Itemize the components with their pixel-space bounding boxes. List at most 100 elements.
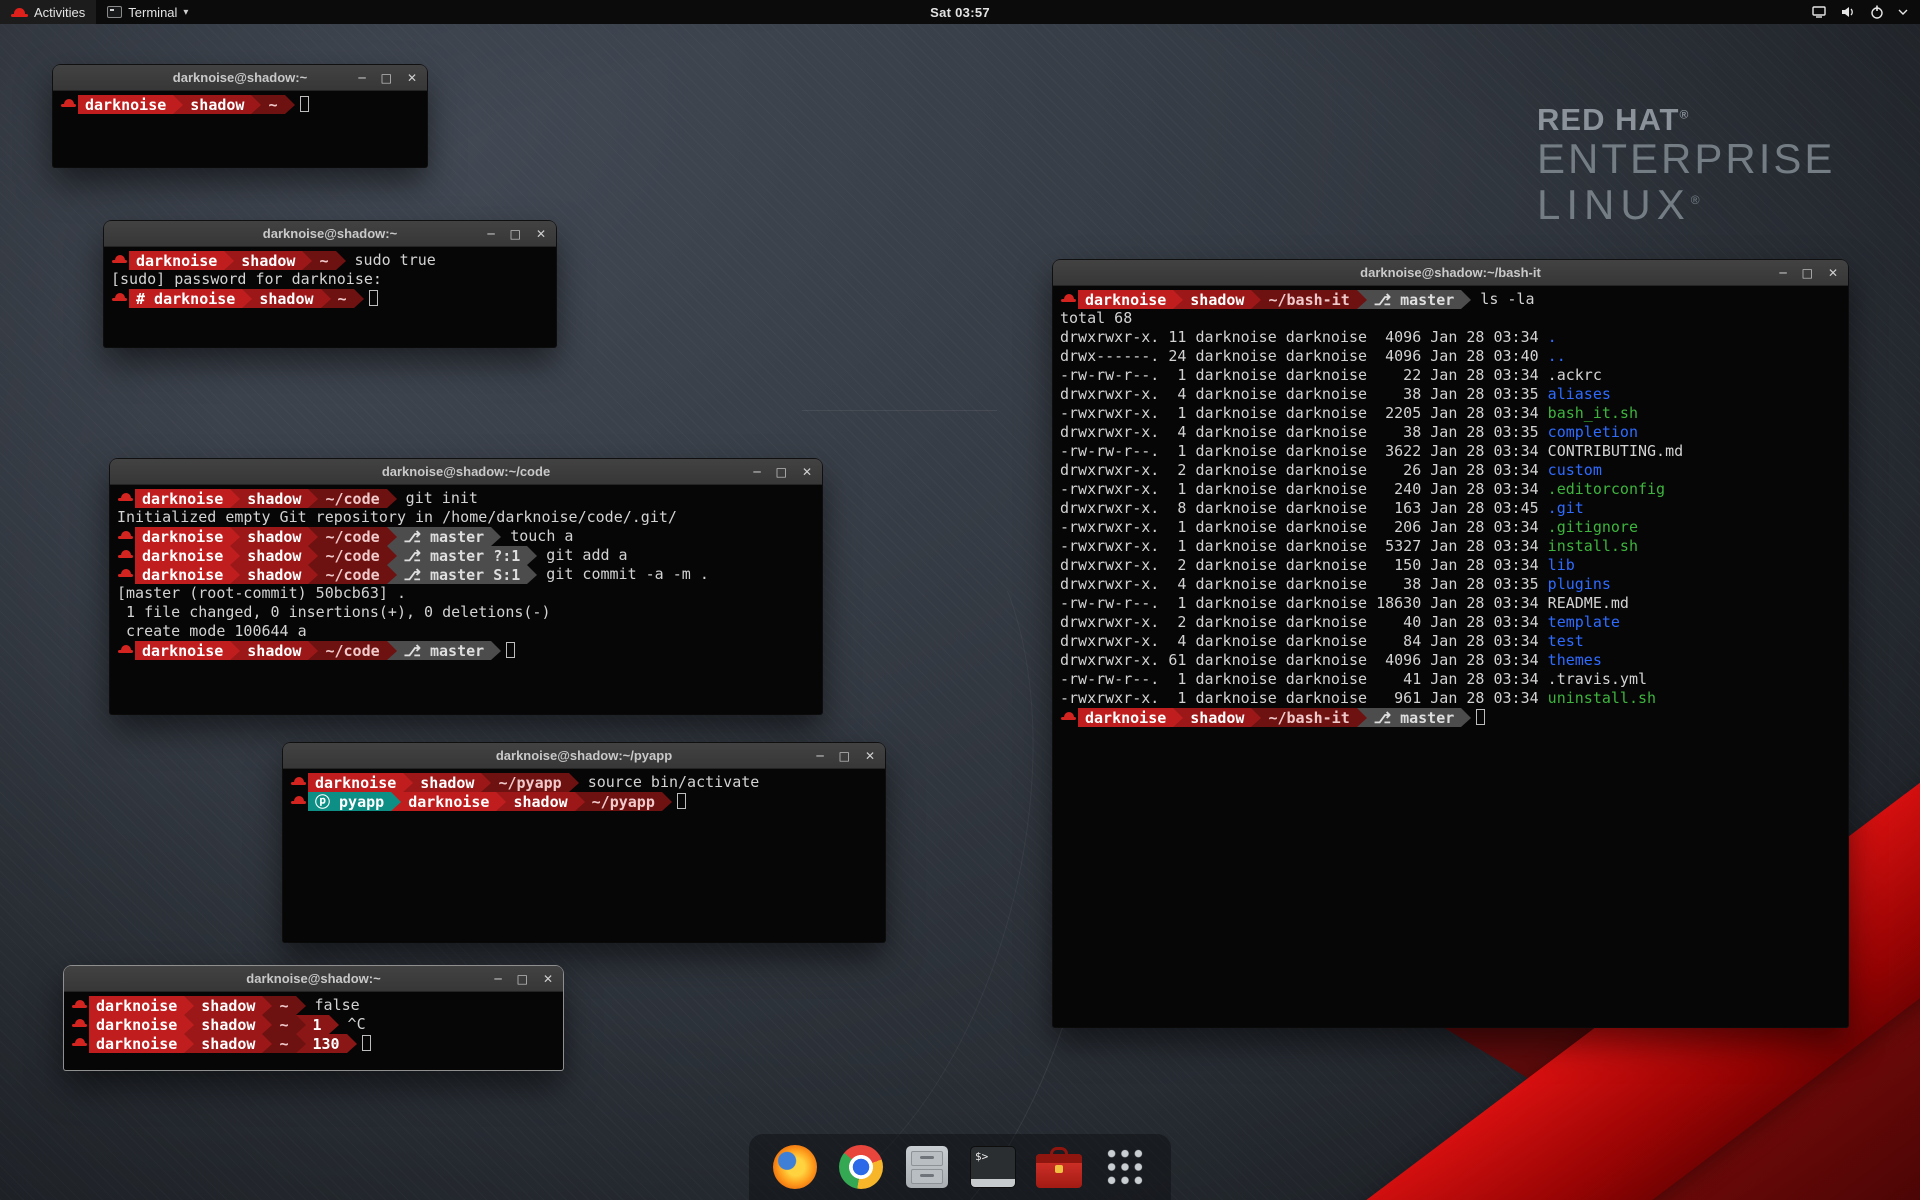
terminal-window-code: darknoise@shadow:~/code ─ □ ✕ darknoise s… <box>110 459 822 714</box>
toolbox-icon[interactable] <box>1035 1143 1083 1191</box>
powerline-separator <box>230 641 240 660</box>
minimize-button[interactable]: ─ <box>753 459 760 485</box>
terminal-content[interactable]: darknoiseshadow~/bash-it⎇ master ls -lat… <box>1053 286 1848 1027</box>
chevron-down-icon: ▾ <box>183 7 188 18</box>
terminal-text: -rw-rw-r--. 1 darknoise darknoise 41 Jan… <box>1060 670 1548 689</box>
app-menu-terminal[interactable]: Terminal ▾ <box>96 0 199 24</box>
prompt-segment-user: darknoise <box>135 641 230 660</box>
terminal-line: drwxrwxr-x. 61 darknoise darknoise 4096 … <box>1060 651 1841 670</box>
app-menu-label: Terminal <box>128 5 177 20</box>
maximize-button[interactable]: □ <box>776 459 787 485</box>
terminal-text: aliases <box>1548 385 1611 404</box>
terminal-line: drwxrwxr-x. 4 darknoise darknoise 38 Jan… <box>1060 423 1841 442</box>
power-icon[interactable] <box>1869 4 1885 20</box>
powerline-separator <box>296 1034 306 1053</box>
terminal-text: CONTRIBUTING.md <box>1548 442 1683 461</box>
maximize-button[interactable]: □ <box>839 743 850 769</box>
redhat-prompt-icon <box>1060 708 1078 727</box>
close-button[interactable]: ✕ <box>802 459 812 485</box>
registered-mark: ® <box>1679 108 1689 122</box>
prompt-segment-host: shadow <box>240 641 308 660</box>
prompt-segment-path: ~/pyapp <box>585 792 662 811</box>
clock[interactable]: Sat 03:57 <box>930 5 990 20</box>
close-button[interactable]: ✕ <box>543 966 553 992</box>
terminal-cursor <box>300 96 309 112</box>
redhat-prompt-icon <box>1060 290 1078 309</box>
terminal-line: [master (root-commit) 50bcb63] . <box>117 584 815 603</box>
terminal-text: [master (root-commit) 50bcb63] . <box>117 584 406 603</box>
display-icon[interactable] <box>1811 4 1827 20</box>
show-applications-icon[interactable] <box>1101 1143 1149 1191</box>
redhat-prompt-icon <box>111 289 129 308</box>
terminal-line: drwxrwxr-x. 8 darknoise darknoise 163 Ja… <box>1060 499 1841 518</box>
terminal-text: drwxrwxr-x. 8 darknoise darknoise 163 Ja… <box>1060 499 1548 518</box>
terminal-content[interactable]: darknoiseshadow~ falsedarknoiseshadow~1 … <box>64 992 563 1070</box>
chrome-icon[interactable] <box>837 1143 885 1191</box>
close-button[interactable]: ✕ <box>865 743 875 769</box>
powerline-separator <box>527 565 537 584</box>
powerline-separator <box>224 251 234 270</box>
close-button[interactable]: ✕ <box>407 65 417 91</box>
prompt-segment-user: darknoise <box>135 527 230 546</box>
prompt-segment-user: darknoise <box>89 1015 184 1034</box>
redhat-logo-icon <box>11 6 28 19</box>
activities-button[interactable]: Activities <box>0 0 96 24</box>
minimize-button[interactable]: ─ <box>358 65 365 91</box>
terminal-text: drwxrwxr-x. 2 darknoise darknoise 150 Ja… <box>1060 556 1548 575</box>
terminal-text: drwxrwxr-x. 4 darknoise darknoise 84 Jan… <box>1060 632 1548 651</box>
window-titlebar[interactable]: darknoise@shadow:~ ─ □ ✕ <box>104 221 556 247</box>
terminal-text: -rw-rw-r--. 1 darknoise darknoise 22 Jan… <box>1060 366 1548 385</box>
files-icon[interactable] <box>903 1143 951 1191</box>
terminal-app-icon[interactable]: $> <box>969 1143 1017 1191</box>
prompt-segment-user: darknoise <box>89 996 184 1015</box>
powerline-separator <box>391 792 401 811</box>
minimize-button[interactable]: ─ <box>487 221 494 247</box>
terminal-content[interactable]: darknoiseshadow~/code git initInitialize… <box>110 485 822 714</box>
prompt-segment-path: ~/code <box>318 489 386 508</box>
minimize-button[interactable]: ─ <box>1779 260 1786 286</box>
drawer-handle-decoration <box>920 1156 934 1159</box>
prompt-segment-host: shadow <box>183 95 251 114</box>
terminal-text: -rwxrwxr-x. 1 darknoise darknoise 961 Ja… <box>1060 689 1548 708</box>
close-button[interactable]: ✕ <box>536 221 546 247</box>
prompt-segment-host: shadow <box>194 996 262 1015</box>
terminal-text: plugins <box>1548 575 1611 594</box>
firefox-icon[interactable] <box>771 1143 819 1191</box>
terminal-line: darknoiseshadow~/pyapp source bin/activa… <box>290 773 878 792</box>
chevron-down-icon[interactable] <box>1898 8 1908 16</box>
window-titlebar[interactable]: darknoise@shadow:~ ─ □ ✕ <box>53 65 427 91</box>
minimize-button[interactable]: ─ <box>816 743 823 769</box>
terminal-text: .gitignore <box>1548 518 1638 537</box>
prompt-segment-user: darknoise <box>135 546 230 565</box>
maximize-button[interactable]: □ <box>510 221 521 247</box>
terminal-window-pyapp: darknoise@shadow:~/pyapp ─ □ ✕ darknoise… <box>283 743 885 942</box>
terminal-content[interactable]: darknoiseshadow~/pyapp source bin/activa… <box>283 769 885 942</box>
powerline-separator <box>354 289 364 308</box>
window-titlebar[interactable]: darknoise@shadow:~/pyapp ─ □ ✕ <box>283 743 885 769</box>
powerline-separator <box>251 95 261 114</box>
powerline-separator <box>387 489 397 508</box>
powerline-separator <box>184 1034 194 1053</box>
prompt-segment-status: 130 <box>306 1034 347 1053</box>
window-title: darknoise@shadow:~/code <box>110 464 822 479</box>
maximize-button[interactable]: □ <box>381 65 392 91</box>
terminal-line: darknoiseshadow~ sudo true <box>111 251 549 270</box>
prompt-segment-host: shadow <box>240 489 308 508</box>
window-titlebar[interactable]: darknoise@shadow:~ ─ □ ✕ <box>64 966 563 992</box>
powerline-separator <box>569 773 579 792</box>
terminal-content[interactable]: darknoiseshadow~ sudo true[sudo] passwor… <box>104 247 556 347</box>
terminal-content[interactable]: darknoiseshadow~ <box>53 91 427 167</box>
volume-icon[interactable] <box>1840 4 1856 20</box>
maximize-button[interactable]: □ <box>517 966 528 992</box>
terminal-text: git commit -a -m . <box>537 565 709 584</box>
prompt-segment-user: darknoise <box>135 565 230 584</box>
powerline-separator <box>308 565 318 584</box>
terminal-text: drwxrwxr-x. 2 darknoise darknoise 26 Jan… <box>1060 461 1548 480</box>
minimize-button[interactable]: ─ <box>494 966 501 992</box>
window-title: darknoise@shadow:~ <box>64 971 563 986</box>
prompt-segment-host: shadow <box>194 1015 262 1034</box>
window-titlebar[interactable]: darknoise@shadow:~/code ─ □ ✕ <box>110 459 822 485</box>
maximize-button[interactable]: □ <box>1802 260 1813 286</box>
close-button[interactable]: ✕ <box>1828 260 1838 286</box>
window-titlebar[interactable]: darknoise@shadow:~/bash-it ─ □ ✕ <box>1053 260 1848 286</box>
